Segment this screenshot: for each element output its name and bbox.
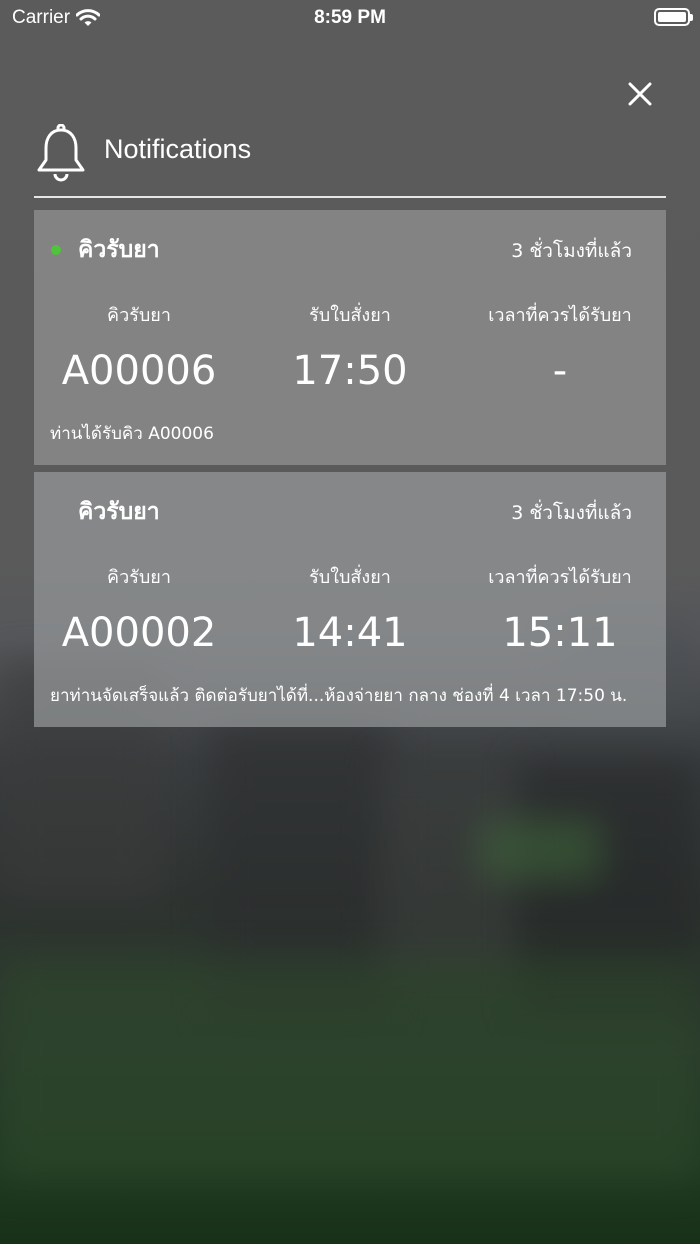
battery-icon (654, 8, 693, 26)
prescription-label: รับใบสั่งยา (309, 305, 391, 326)
notification-time-ago: 3 ชั่วโมงที่แล้ว (511, 502, 632, 524)
expected-time-label: เวลาที่ควรได้รับยา (488, 305, 632, 326)
queue-label: คิวรับยา (107, 305, 171, 326)
notification-title: คิวรับยา (78, 237, 160, 263)
unread-dot-icon (51, 245, 61, 255)
status-bar: Carrier 8:59 PM (0, 0, 700, 40)
close-icon[interactable] (622, 76, 658, 112)
prescription-label: รับใบสั่งยา (309, 567, 391, 588)
notification-title: คิวรับยา (78, 499, 160, 525)
background-blur (480, 820, 600, 880)
status-time: 8:59 PM (314, 7, 386, 28)
notification-time-ago: 3 ชั่วโมงที่แล้ว (511, 240, 632, 262)
notifications-header: Notifications (34, 120, 666, 198)
page-title: Notifications (104, 134, 252, 164)
queue-number: A00002 (61, 610, 217, 656)
expected-time-label: เวลาที่ควรได้รับยา (488, 567, 632, 588)
notification-card[interactable]: คิวรับยา 3 ชั่วโมงที่แล้ว คิวรับยา รับใบ… (34, 210, 666, 465)
queue-label: คิวรับยา (107, 567, 171, 588)
prescription-time: 17:50 (292, 348, 408, 394)
prescription-time: 14:41 (292, 610, 408, 656)
notifications-screen: Carrier 8:59 PM Notifications คิวรับยา 3… (0, 0, 700, 1244)
expected-time: 15:11 (502, 610, 618, 656)
notification-message: ท่านได้รับคิว A00006 (50, 424, 214, 444)
background-blur (0, 960, 700, 1180)
expected-time: - (552, 348, 568, 394)
notification-card[interactable]: คิวรับยา 3 ชั่วโมงที่แล้ว คิวรับยา รับใบ… (34, 472, 666, 727)
queue-number: A00006 (61, 348, 217, 394)
notification-message: ยาท่านจัดเสร็จแล้ว ติดต่อรับยาได้ที่...ห… (50, 686, 628, 706)
bell-icon (37, 124, 85, 182)
